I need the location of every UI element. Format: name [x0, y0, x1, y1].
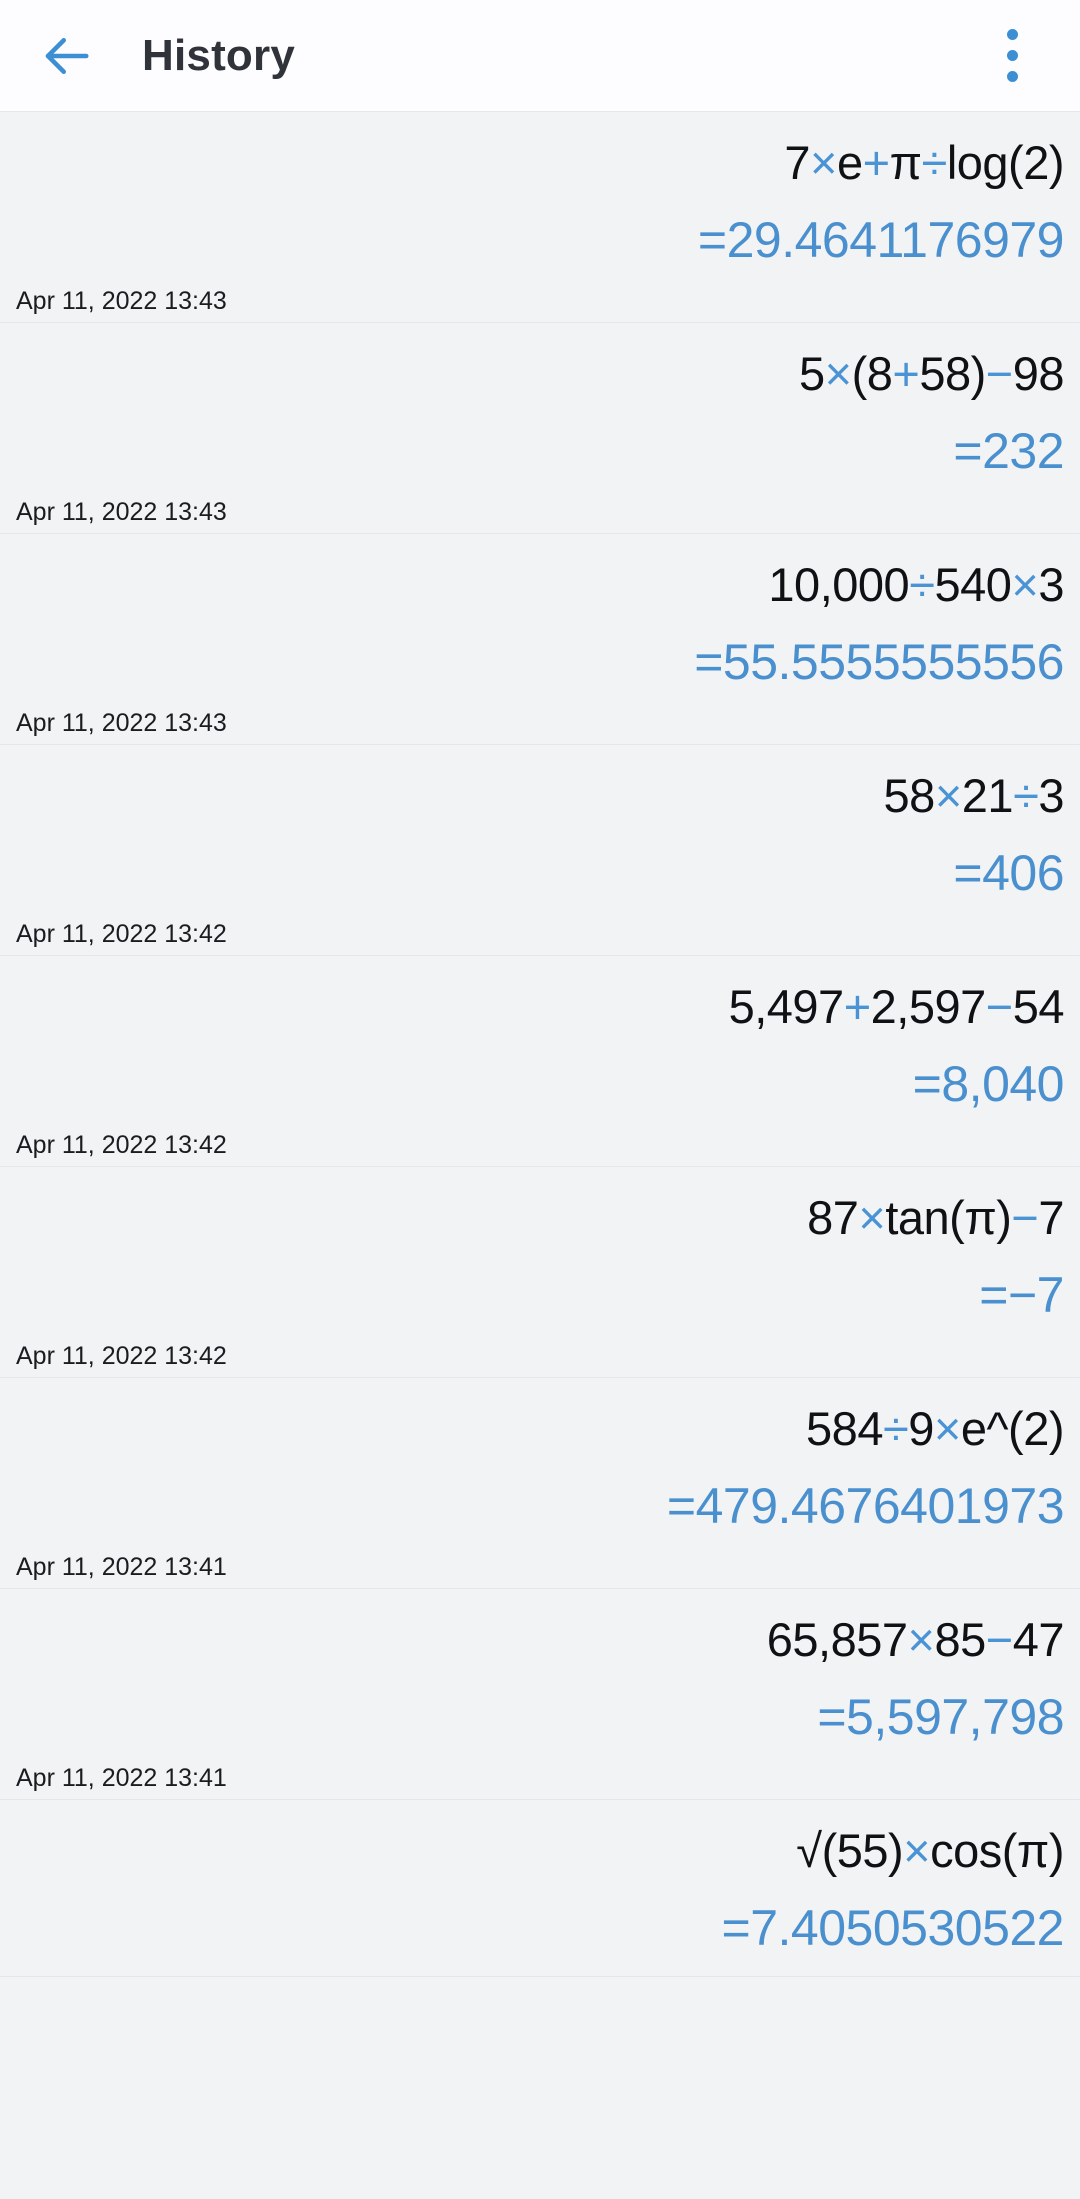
result-text: =55.5555555556: [694, 634, 1064, 690]
result-text: =7.4050530522: [721, 1900, 1065, 1956]
expression-text: 5,497+2,597−54: [728, 980, 1065, 1033]
timestamp-text: Apr 11, 2022 13:42: [16, 920, 227, 948]
expression-text: 65,857×85−47: [766, 1613, 1065, 1666]
back-button[interactable]: [18, 8, 114, 104]
expression-text: 584÷9×e^(2): [806, 1402, 1064, 1455]
page-title: History: [142, 30, 295, 80]
result-text: =29.4641176979: [697, 212, 1065, 268]
timestamp-text: [16, 1972, 1064, 1976]
timestamp-text: Apr 11, 2022 13:41: [16, 1764, 227, 1792]
expression-text: 87×tan(π)−7: [807, 1191, 1064, 1244]
more-vertical-icon-dot-3: [1006, 71, 1018, 82]
result-text: =479.4676401973: [666, 1478, 1065, 1534]
expression-text: √(55)×cos(π): [796, 1824, 1064, 1877]
history-item[interactable]: 10,000÷540×3 =55.5555555556 Apr 11, 2022 1…: [0, 534, 1080, 745]
history-item[interactable]: 58×21÷3 =406 Apr 11, 2022 13:42: [0, 745, 1080, 956]
history-item[interactable]: √(55)×cos(π) =7.4050530522: [0, 1800, 1080, 1977]
back-arrow-icon: [39, 29, 93, 83]
more-vertical-icon-dot-2: [1006, 50, 1018, 61]
history-item[interactable]: 65,857×85−47 =5,597,798 Apr 11, 2022 13:41: [0, 1589, 1080, 1800]
history-item[interactable]: 87×tan(π)−7 =−7 Apr 11, 2022 13:42: [0, 1167, 1080, 1378]
expression-text: 10,000÷540×3: [768, 558, 1064, 611]
result-text: =8,040: [912, 1056, 1065, 1112]
timestamp-text: Apr 11, 2022 13:42: [16, 1131, 227, 1159]
result-text: =−7: [979, 1267, 1064, 1323]
expression-text: 7×e+π÷log(2): [784, 136, 1064, 189]
timestamp-text: Apr 11, 2022 13:41: [16, 1553, 227, 1581]
expression-text: 58×21÷3: [883, 769, 1065, 822]
timestamp-text: Apr 11, 2022 13:43: [16, 287, 227, 315]
timestamp-text: Apr 11, 2022 13:43: [16, 709, 227, 737]
history-item[interactable]: 5,497+2,597−54 =8,040 Apr 11, 2022 13:42: [0, 956, 1080, 1167]
result-text: =406: [953, 845, 1064, 901]
history-item[interactable]: 5×(8+58)−98 =232 Apr 11, 2022 13:43: [0, 323, 1080, 534]
timestamp-text: Apr 11, 2022 13:42: [16, 1342, 227, 1370]
result-text: =232: [953, 423, 1064, 479]
history-item[interactable]: 584÷9×e^(2) =479.4676401973 Apr 11, 2022 1…: [0, 1378, 1080, 1589]
more-vertical-icon-dot-1: [1006, 29, 1018, 40]
result-text: =5,597,798: [817, 1689, 1064, 1745]
timestamp-text: Apr 11, 2022 13:43: [16, 498, 227, 526]
app-bar: History: [0, 0, 1080, 112]
expression-text: 5×(8+58)−98: [798, 347, 1065, 400]
history-item[interactable]: 7×e+π÷log(2) =29.4641176979 Apr 11, 2022 1…: [0, 112, 1080, 323]
overflow-menu-button[interactable]: [976, 10, 1048, 102]
history-list[interactable]: 7×e+π÷log(2) =29.4641176979 Apr 11, 2022 1…: [0, 112, 1080, 1977]
